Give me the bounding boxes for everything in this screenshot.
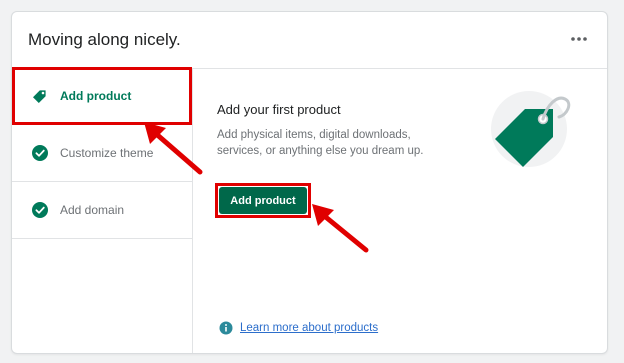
annotation-highlight-add-product-step: [12, 67, 192, 125]
step-detail-panel: Add your first product Add physical item…: [193, 69, 607, 353]
annotation-highlight-add-product-button: Add product: [215, 183, 311, 218]
step-add-domain[interactable]: Add domain: [12, 182, 192, 239]
annotation-arrow-to-button: [312, 204, 369, 253]
checkmark-circle-icon: [32, 202, 48, 218]
step-heading: Add your first product: [217, 102, 341, 117]
onboarding-card: Moving along nicely. Add product Customi…: [11, 11, 608, 354]
card-title: Moving along nicely.: [28, 30, 181, 49]
annotation-arrow-to-step: [144, 122, 203, 175]
learn-more-link[interactable]: Learn more about products: [240, 322, 378, 334]
horizontal-dots-icon: [571, 37, 587, 41]
add-product-button[interactable]: Add product: [219, 187, 307, 214]
step-label: Add domain: [60, 203, 125, 217]
info-icon: [219, 321, 233, 335]
more-actions-button[interactable]: [569, 29, 589, 49]
price-tag-illustration: [491, 91, 571, 167]
learn-more-row: Learn more about products: [219, 321, 378, 335]
step-description: Add physical items, digital downloads, s…: [217, 129, 424, 157]
card-header: Moving along nicely.: [12, 12, 607, 69]
checkmark-circle-icon: [32, 145, 48, 161]
